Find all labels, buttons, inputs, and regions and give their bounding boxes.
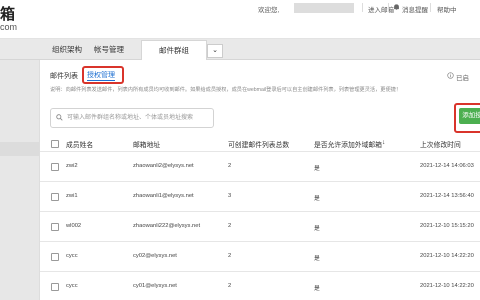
row-name: wl002: [66, 223, 82, 229]
row-name: zwi1: [66, 193, 78, 199]
row-name: cycc: [66, 253, 78, 259]
column-header-count: 可创建邮件列表总数: [228, 142, 290, 149]
row-email: cy02@elysys.net: [133, 253, 177, 259]
sidebar: [0, 60, 40, 300]
row-email: zhaowanli222@elysys.net: [133, 223, 201, 229]
row-count: 3: [228, 193, 232, 199]
select-all-checkbox[interactable]: [51, 140, 59, 148]
sort-icon[interactable]: ↓: [382, 139, 385, 146]
divider: [388, 3, 389, 12]
chevron-down-icon[interactable]: ⌄: [207, 44, 223, 58]
divider: [362, 3, 363, 12]
help-link[interactable]: 帮助中: [437, 4, 457, 14]
enter-mail-link[interactable]: 进入邮箱: [368, 4, 394, 14]
row-name: zwi2: [66, 163, 78, 169]
column-header-modified-time: 上次修改时间: [420, 142, 461, 149]
bell-icon: [394, 4, 399, 10]
row-checkbox[interactable]: [51, 193, 59, 201]
column-header-allow-external[interactable]: 是否允许添加外域邮箱: [314, 139, 382, 149]
row-modified-time: 2021-12-10 14:22:20: [420, 283, 474, 289]
main-panel: [40, 60, 480, 300]
logo-title: 箱: [0, 6, 16, 23]
add-authorization-button[interactable]: 添加授: [459, 108, 480, 124]
top-bar: 箱 com 欢迎您, 进入邮箱 消息提醒 帮助中: [0, 0, 480, 39]
tab-account-management[interactable]: 帐号管理: [94, 44, 124, 55]
search-icon: [56, 114, 63, 121]
divider: [430, 3, 431, 12]
info-icon: [447, 72, 454, 79]
row-modified-time: 2021-12-10 14:22:20: [420, 253, 474, 259]
sidebar-item-selected[interactable]: [0, 142, 39, 156]
row-count: 2: [228, 283, 232, 289]
row-modified-time: 2021-12-14 14:06:03: [420, 163, 474, 169]
tab-org-structure[interactable]: 组织架构: [52, 44, 82, 55]
row-allow-external: 是: [314, 196, 320, 202]
subtab-auth-management[interactable]: 授权管理: [87, 70, 115, 81]
divider: [40, 211, 480, 212]
row-email: zhaowanli2@elysys.net: [133, 163, 194, 169]
row-allow-external: 是: [314, 286, 320, 292]
divider: [40, 241, 480, 242]
row-name: cycc: [66, 283, 78, 289]
row-count: 2: [228, 223, 232, 229]
row-modified-time: 2021-12-10 15:15:20: [420, 223, 474, 229]
search-box: [50, 108, 214, 128]
subtab-mail-list[interactable]: 邮件列表: [50, 71, 78, 81]
logo-subtitle: com: [0, 22, 18, 32]
info-description: 说明：向邮件列表发送邮件，列表内所有成员均可收到邮件。如果给成员授权，成员在we…: [50, 87, 402, 93]
row-email: zhaowanli1@elysys.net: [133, 193, 194, 199]
row-checkbox[interactable]: [51, 253, 59, 261]
row-checkbox[interactable]: [51, 283, 59, 291]
divider: [40, 271, 480, 272]
column-header-email: 邮箱地址: [133, 142, 161, 149]
row-allow-external: 是: [314, 166, 320, 172]
divider: [40, 181, 480, 182]
search-input[interactable]: [67, 112, 207, 123]
username-redacted: [294, 3, 354, 13]
row-checkbox[interactable]: [51, 223, 59, 231]
row-email: cy01@elysys.net: [133, 283, 177, 289]
row-checkbox[interactable]: [51, 163, 59, 171]
column-header-name: 成员姓名: [66, 142, 94, 149]
row-allow-external: 是: [314, 226, 320, 232]
tab-mail-groups[interactable]: 邮件群组: [141, 40, 207, 61]
notice-link[interactable]: 消息提醒: [402, 4, 428, 14]
row-count: 2: [228, 253, 232, 259]
divider: [40, 151, 480, 152]
row-modified-time: 2021-12-14 13:56:40: [420, 193, 474, 199]
welcome-text: 欢迎您,: [258, 7, 280, 14]
row-count: 2: [228, 163, 232, 169]
opened-status: 已启: [456, 75, 469, 82]
row-allow-external: 是: [314, 256, 320, 262]
